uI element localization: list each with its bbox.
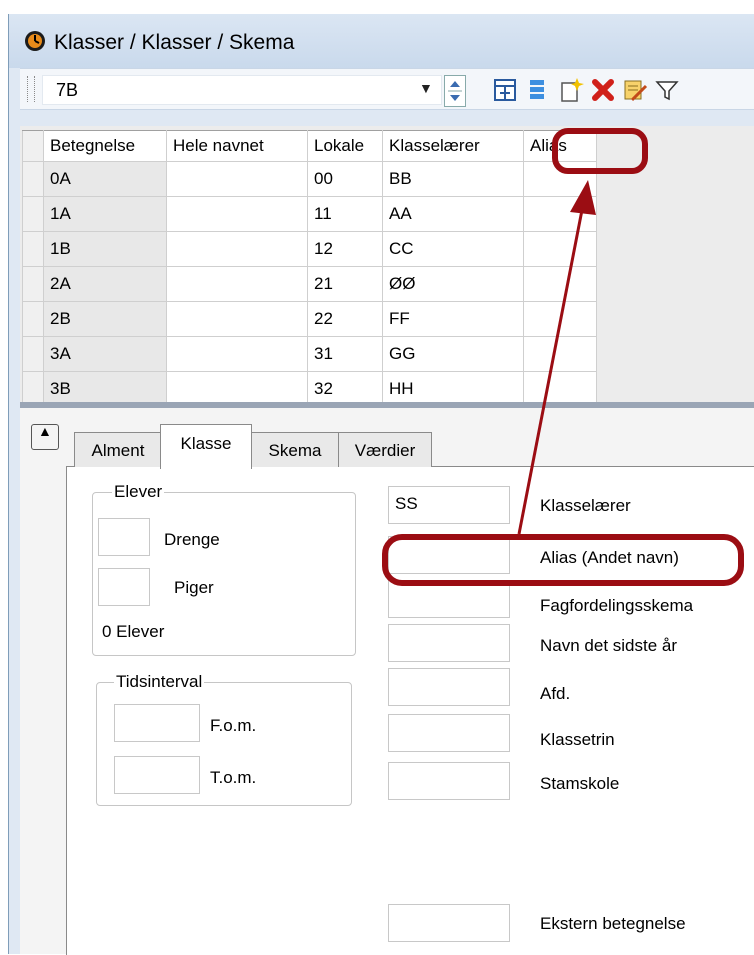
annotation-arrow	[517, 180, 596, 535]
tab-klasse[interactable]: Klasse	[160, 424, 252, 469]
arrow-head-icon	[570, 180, 596, 215]
